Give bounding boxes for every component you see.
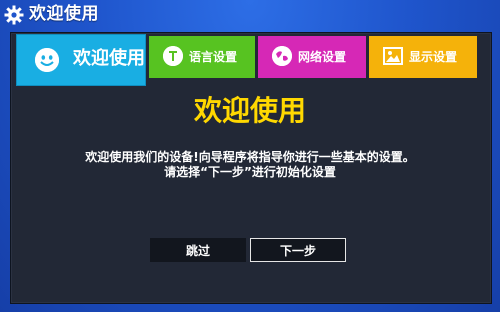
next-button[interactable]: 下一步 [250, 238, 346, 262]
tab-language-label: 语言设置 [189, 50, 238, 64]
tab-network[interactable]: 网络设置 [258, 36, 366, 78]
tab-language[interactable]: 语言设置 [149, 36, 255, 78]
text-bubble-icon [163, 46, 183, 66]
tab-welcome-label: 欢迎使用 [73, 48, 145, 69]
title-bar: 欢迎使用 [0, 0, 500, 30]
globe-icon [272, 46, 292, 66]
intro-text: 欢迎使用我们的设备!向导程序将指导你进行一些基本的设置。 [85, 150, 415, 164]
tab-display[interactable]: 显示设置 [369, 36, 477, 78]
gear-icon [4, 5, 24, 25]
picture-icon [383, 46, 403, 66]
instruction-text: 请选择“下一步”进行初始化设置 [164, 165, 336, 179]
tab-network-label: 网络设置 [298, 50, 347, 64]
skip-button[interactable]: 跳过 [150, 238, 246, 262]
page-heading: 欢迎使用 [193, 94, 306, 127]
screen: 欢迎使用 欢迎使用 语言设置 网络设置 显示设置 欢迎使用 欢迎使用我们的设备!… [0, 0, 500, 312]
tab-welcome[interactable]: 欢迎使用 [16, 34, 146, 86]
window-title: 欢迎使用 [29, 4, 99, 24]
smiley-icon [35, 48, 59, 72]
tab-display-label: 显示设置 [409, 50, 458, 64]
